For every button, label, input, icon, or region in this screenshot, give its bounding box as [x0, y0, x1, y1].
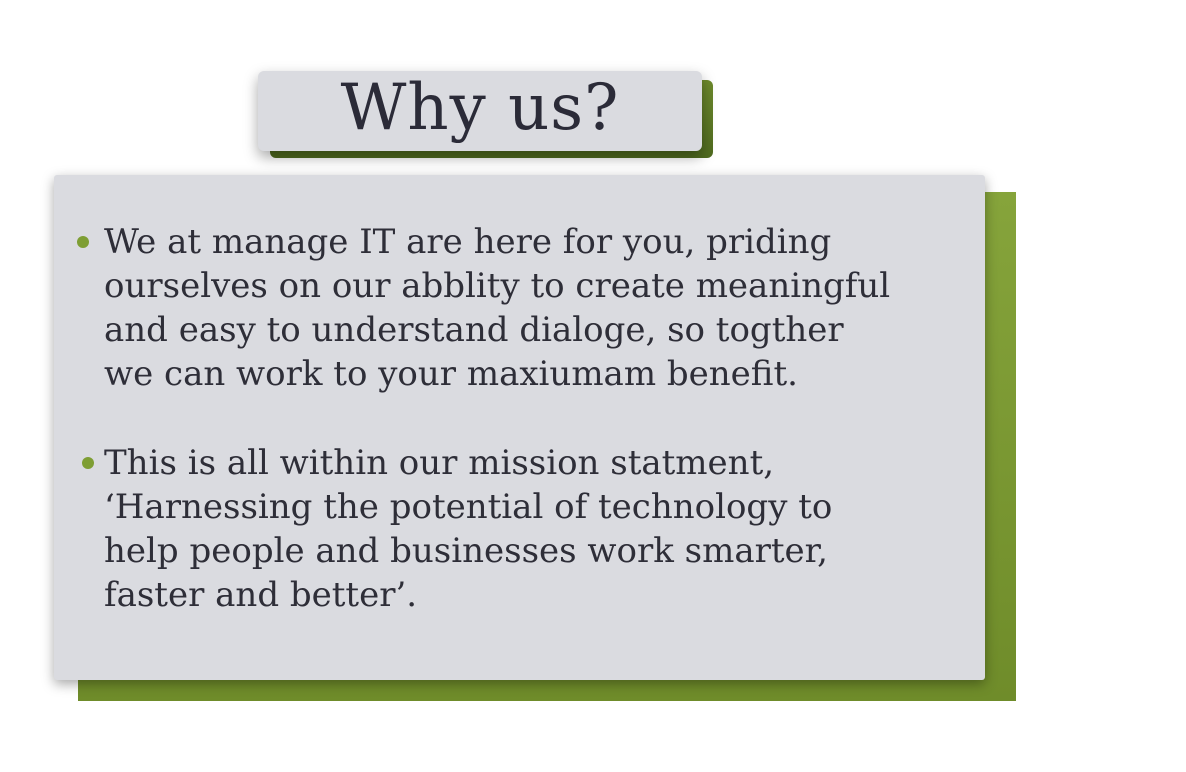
content-card: We at manage IT are here for you, pridin…: [54, 175, 985, 680]
slide-title: Why us?: [340, 71, 620, 145]
bullet-text: We at manage IT are here for you, pridin…: [104, 222, 891, 394]
bullet-item: We at manage IT are here for you, pridin…: [77, 220, 944, 396]
bullet-text: This is all within our mission statment,…: [104, 443, 833, 615]
slide: Why us? We at manage IT are here for you…: [0, 0, 1186, 772]
bullet-item: This is all within our mission statment,…: [82, 441, 944, 617]
bullet-dot-icon: [82, 457, 94, 469]
bullet-dot-icon: [77, 236, 89, 248]
title-box: Why us?: [258, 71, 702, 151]
